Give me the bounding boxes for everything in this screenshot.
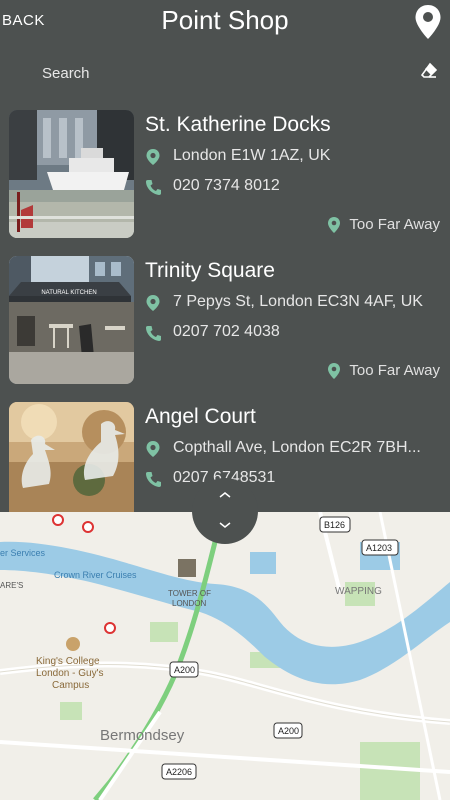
shop-list[interactable]: St. Katherine Docks London E1W 1AZ, UK 0… [0,100,450,512]
phone-icon [146,472,161,487]
search-input[interactable] [40,60,404,86]
phone-icon [146,180,161,195]
map-label-kings2: London - Guy's [36,668,104,679]
dock-water [250,552,276,574]
shop-phone[interactable]: 0207 702 4038 [173,323,280,341]
chevron-down-icon [219,522,231,528]
shop-photo-marina [9,110,134,238]
distance-pin-icon [328,363,341,379]
header-bar: BACK Point Shop [0,0,450,44]
shop-distance: Too Far Away [328,362,440,379]
location-icon [146,295,160,311]
photo-sign-natural-kitchen: NATURAL KITCHEN [41,290,96,296]
eraser-icon[interactable] [420,62,438,80]
park-area [60,702,82,720]
shop-name: Trinity Square [145,259,275,282]
shop-card[interactable]: NATURAL KITCHEN Trinity Square 7 Pepys S… [0,246,450,386]
road-shield-a1203: A1203 [366,543,392,553]
map-label-tower2: LONDON [172,599,206,608]
shop-distance: Too Far Away [328,216,440,233]
chevron-up-icon [219,492,231,498]
shop-name: St. Katherine Docks [145,113,331,136]
tower-icon [178,559,196,577]
shop-photo-cafe: NATURAL KITCHEN [9,256,134,384]
distance-pin-icon [328,217,341,233]
underground-icon [52,514,64,526]
location-icon [146,149,160,165]
map-pin-icon[interactable] [414,4,442,40]
map-label-services: er Services [0,548,46,558]
shop-address: London E1W 1AZ, UK [173,147,331,164]
map-canvas[interactable]: er Services Crown River Cruises TOWER OF… [0,512,450,800]
phone-icon [146,326,161,341]
map-label-kings1: King's College [36,656,100,667]
map-label-wapping: WAPPING [335,586,382,597]
shop-distance-text: Too Far Away [349,216,440,233]
list-map-toggle-button[interactable] [192,478,258,544]
map-label-bermondsey: Bermondsey [100,727,185,744]
underground-icon [104,622,116,634]
shop-card[interactable]: St. Katherine Docks London E1W 1AZ, UK 0… [0,100,450,240]
map-label-kings3: Campus [52,680,89,691]
page-title: Point Shop [161,5,289,35]
underground-icon [82,521,94,533]
shop-address: 7 Pepys St, London EC3N 4AF, UK [173,293,423,310]
shop-address: Copthall Ave, London EC2R 7BH... [173,439,421,456]
location-icon [146,441,160,457]
map-label-tower: TOWER OF [168,589,211,598]
search-bar [0,54,450,90]
shop-photo-ducks [9,402,134,512]
road-shield-b126: B126 [324,520,345,530]
shop-name: Angel Court [145,405,256,428]
shop-phone[interactable]: 020 7374 8012 [173,177,280,195]
map-view[interactable]: er Services Crown River Cruises TOWER OF… [0,512,450,800]
map-label-cruises: Crown River Cruises [54,570,137,580]
university-icon [66,637,80,651]
road-shield-a2206: A2206 [166,767,192,777]
road-shield-a200a: A200 [174,665,195,675]
shop-distance-text: Too Far Away [349,362,440,379]
park-area [150,622,178,642]
map-label-ares: ARE'S [0,581,23,590]
road-shield-a200b: A200 [278,726,299,736]
